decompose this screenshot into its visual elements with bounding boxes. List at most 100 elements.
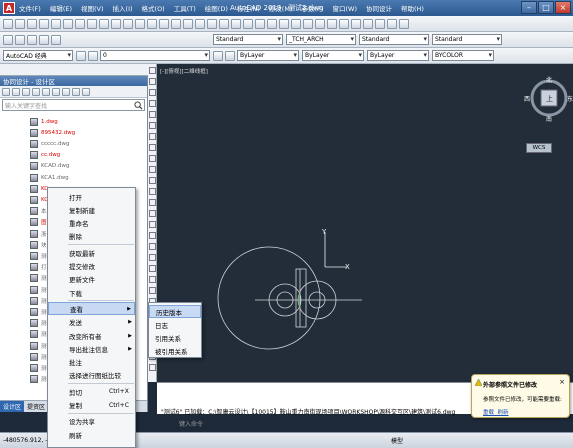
toolbar-icon[interactable] (363, 18, 373, 29)
draw-tool-icon[interactable] (149, 166, 156, 173)
context-menu-item[interactable]: 查看 ▶ (48, 302, 135, 316)
toolbar-icon[interactable] (99, 18, 109, 29)
draw-tool-icon[interactable] (149, 111, 156, 118)
submenu-item[interactable]: 引用关系 (149, 331, 201, 344)
draw-tool-icon[interactable] (149, 122, 156, 129)
toolbar-icon[interactable] (207, 18, 217, 29)
draw-tool-icon[interactable] (149, 177, 156, 184)
tree-item[interactable]: KC (30, 194, 48, 205)
tree-item[interactable]: 测 (30, 295, 47, 306)
toolbar-icon[interactable] (231, 18, 241, 29)
tree-item[interactable]: 测 (30, 351, 47, 362)
toolbar-icon[interactable] (147, 18, 157, 29)
panel-tab[interactable]: 设计区 (0, 401, 25, 412)
toolbar-icon[interactable] (267, 18, 277, 29)
toolbar-icon[interactable] (63, 18, 73, 29)
workspace-combo[interactable]: AutoCAD 经典 (3, 50, 73, 61)
tree-item[interactable]: 本 (30, 206, 47, 217)
draw-tool-icon[interactable] (149, 144, 156, 151)
view-icon[interactable] (62, 87, 70, 96)
menu-5[interactable]: 工具(T) (174, 3, 196, 13)
dim-style-combo[interactable]: Standard (359, 34, 429, 45)
linetype-combo[interactable]: ByLayer (302, 50, 364, 61)
toolbar-icon[interactable] (183, 18, 193, 29)
tree-item[interactable]: 测 (30, 306, 47, 317)
draw-tool-icon[interactable] (149, 67, 156, 74)
layer-combo[interactable]: 0 (100, 50, 210, 61)
upload-icon[interactable] (22, 87, 30, 96)
toolbar-icon[interactable] (279, 18, 289, 29)
app-logo-icon[interactable]: A (3, 2, 15, 14)
draw-tool-icon[interactable] (149, 364, 156, 371)
toolbar-icon[interactable] (339, 18, 349, 29)
toolbar-icon[interactable] (39, 18, 49, 29)
toolbar-icon[interactable] (75, 18, 85, 29)
context-menu-item[interactable]: 设为共享 (48, 415, 135, 428)
toolbar-icon[interactable] (243, 18, 253, 29)
tree-item[interactable]: KCAD.dwg (30, 161, 69, 172)
settings-icon[interactable] (52, 87, 60, 96)
minimize-button[interactable]: – (521, 1, 537, 14)
draw-tool-icon[interactable] (149, 155, 156, 162)
tree-item[interactable]: 测 (30, 284, 47, 295)
east-label[interactable]: 东 (567, 94, 573, 103)
toolbar-icon[interactable] (15, 18, 25, 29)
tree-item[interactable]: 测 (30, 273, 47, 284)
text-style-combo[interactable]: Standard (213, 34, 283, 45)
toolbar-icon[interactable] (111, 18, 121, 29)
toolbar-icon[interactable] (303, 18, 313, 29)
menu-3[interactable]: 插入(I) (113, 3, 133, 13)
tree-item[interactable]: 测 (30, 329, 47, 340)
draw-tool-icon[interactable] (149, 232, 156, 239)
context-menu-item[interactable]: 打开 (48, 190, 135, 203)
toolbar-icon[interactable] (51, 18, 61, 29)
draw-tool-icon[interactable] (149, 276, 156, 283)
layer-icon[interactable] (225, 50, 235, 61)
refresh-icon[interactable] (12, 87, 20, 96)
menu-2[interactable]: 视图(V) (81, 3, 104, 13)
toolbar-icon[interactable] (399, 18, 409, 29)
lineweight-combo[interactable]: ByLayer (367, 50, 429, 61)
menu-10[interactable]: 窗口(W) (332, 3, 357, 13)
tree-item[interactable]: ccccc.dwg (30, 138, 69, 149)
draw-tool-icon[interactable] (149, 188, 156, 195)
context-menu-item[interactable]: 下载 (48, 286, 135, 299)
submenu-item[interactable]: 历史版本 (149, 305, 201, 318)
table-style-combo[interactable]: Standard (432, 34, 502, 45)
menu-1[interactable]: 编辑(E) (50, 3, 72, 13)
toolbar-icon[interactable] (219, 18, 229, 29)
folder-icon[interactable] (2, 87, 10, 96)
tree-item[interactable]: 图 (30, 217, 47, 228)
menu-12[interactable]: 帮助(H) (401, 3, 424, 13)
draw-tool-icon[interactable] (149, 243, 156, 250)
toolbar-icon[interactable] (27, 18, 37, 29)
menu-0[interactable]: 文件(F) (19, 3, 41, 13)
reload-link[interactable]: 重载 刷新 (483, 408, 509, 416)
toolbar-icon[interactable] (387, 18, 397, 29)
open-icon[interactable] (15, 34, 25, 45)
tree-item[interactable]: 测 (30, 318, 47, 329)
draw-tool-icon[interactable] (149, 100, 156, 107)
pin-icon[interactable] (32, 87, 40, 96)
toolbar-icon[interactable] (315, 18, 325, 29)
context-menu-item[interactable]: 刷新 (48, 428, 135, 441)
close-button[interactable]: × (555, 1, 571, 14)
tree-item[interactable]: 1.dwg (30, 116, 58, 127)
context-menu-item[interactable]: 复制新建 (48, 203, 135, 216)
tree-item[interactable]: 测 (30, 340, 47, 351)
close-icon[interactable]: × (559, 378, 565, 386)
menu-11[interactable]: 协同设计 (366, 3, 392, 13)
west-label[interactable]: 西 (524, 94, 530, 103)
submenu-item[interactable]: 日志 (149, 318, 201, 331)
download-icon[interactable] (42, 87, 50, 96)
context-menu-item[interactable]: 发送 ▶ (48, 316, 135, 329)
tree-item[interactable]: 测 (30, 250, 47, 261)
context-menu-item[interactable]: 改变所有者 ▶ (48, 329, 135, 342)
draw-tool-icon[interactable] (149, 221, 156, 228)
toolbar-icon[interactable] (375, 18, 385, 29)
draw-tool-icon[interactable] (149, 287, 156, 294)
layer-previous-icon[interactable] (213, 50, 223, 61)
context-menu-item[interactable]: 选择进行图纸比较 (48, 369, 135, 382)
tree-item[interactable]: 浙 (30, 228, 47, 239)
context-menu-item[interactable]: 批注 (48, 356, 135, 369)
